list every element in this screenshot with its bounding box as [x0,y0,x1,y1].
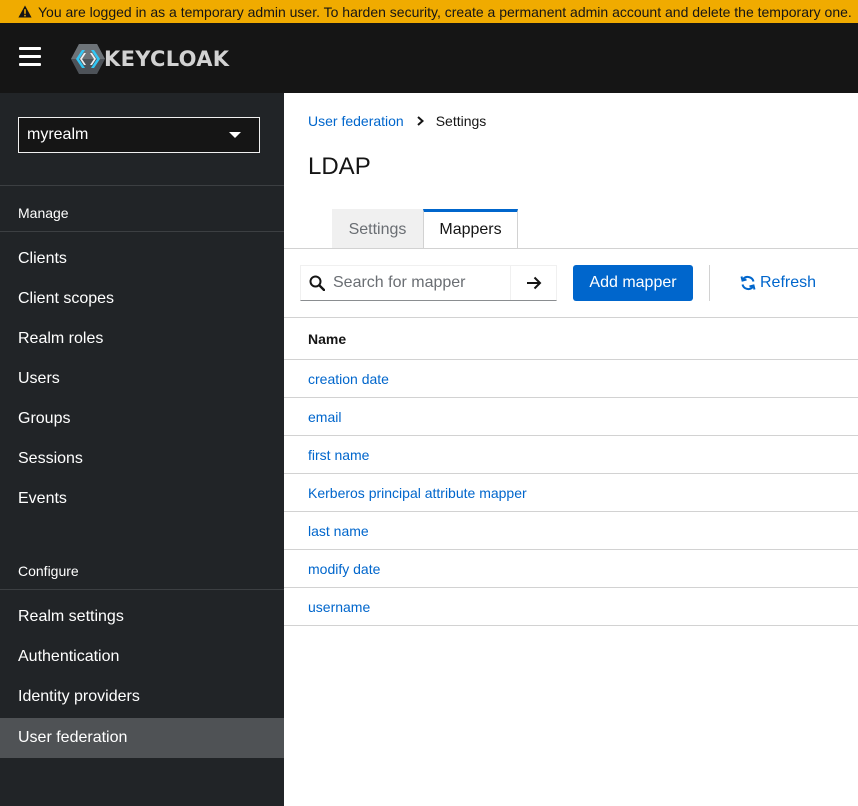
mapper-link[interactable]: first name [308,447,369,463]
search-input[interactable] [333,274,503,292]
masthead: KEYCLOAK [0,23,858,93]
tab-settings[interactable]: Settings [332,209,423,249]
toolbar-separator [709,265,710,301]
sidebar-item-realm-roles[interactable]: Realm roles [0,319,284,359]
mapper-link[interactable]: username [308,599,370,615]
realm-selector[interactable]: myrealm [18,117,260,153]
add-mapper-button[interactable]: Add mapper [573,265,693,301]
sidebar-item-realm-settings[interactable]: Realm settings [0,597,284,637]
refresh-label: Refresh [760,274,817,291]
realm-name: myrealm [27,126,89,143]
sidebar-item-sessions[interactable]: Sessions [0,439,284,479]
mapper-link[interactable]: Kerberos principal attribute mapper [308,485,527,501]
sidebar-item-groups[interactable]: Groups [0,399,284,439]
breadcrumb: User federation Settings [308,113,486,129]
section-title-configure: Configure [18,563,79,579]
warning-icon [18,5,32,18]
search-box [301,266,510,300]
section-title-manage: Manage [18,205,69,221]
tab-mappers[interactable]: Mappers [423,209,518,249]
refresh-button[interactable]: Refresh [740,265,816,301]
arrow-right-icon [526,276,541,290]
search-group [300,265,557,301]
table-row: modify date [284,550,858,588]
sidebar-divider [0,185,284,186]
table-row: first name [284,436,858,474]
sidebar-item-user-federation[interactable]: User federation [0,718,284,758]
chevron-right-icon [417,116,424,126]
sidebar-divider [0,231,284,232]
table-row: email [284,398,858,436]
sidebar: myrealm Manage Clients Client scopes Rea… [0,93,284,806]
logo-text: KEYCLOAK [104,47,230,71]
search-icon [309,275,325,291]
sidebar-item-identity-providers[interactable]: Identity providers [0,677,284,717]
sync-icon [740,275,756,291]
mappers-table: Name creation date email first name Kerb… [284,317,858,626]
sidebar-item-users[interactable]: Users [0,359,284,399]
breadcrumb-current: Settings [435,113,487,129]
mapper-link[interactable]: modify date [308,561,380,577]
sidebar-item-client-scopes[interactable]: Client scopes [0,279,284,319]
hamburger-menu-icon[interactable] [19,47,41,67]
main-content: User federation Settings LDAP Settings M… [284,93,858,806]
sidebar-item-events[interactable]: Events [0,479,284,519]
keycloak-logo-icon [71,44,105,74]
mapper-link[interactable]: creation date [308,371,389,387]
temporary-admin-banner: You are logged in as a temporary admin u… [0,0,858,23]
table-header-name[interactable]: Name [284,317,858,360]
banner-text: You are logged in as a temporary admin u… [38,3,852,20]
sidebar-item-authentication[interactable]: Authentication [0,637,284,677]
tabs-divider [284,248,858,249]
sidebar-item-clients[interactable]: Clients [0,239,284,279]
table-row: last name [284,512,858,550]
table-row: creation date [284,360,858,398]
table-row: username [284,588,858,626]
mapper-link[interactable]: email [308,409,341,425]
search-submit-button[interactable] [510,266,556,300]
breadcrumb-link-user-federation[interactable]: User federation [308,113,404,129]
table-row: Kerberos principal attribute mapper [284,474,858,512]
page-title: LDAP [308,153,371,180]
mapper-link[interactable]: last name [308,523,369,539]
toolbar: Add mapper Refresh [284,265,858,301]
sidebar-divider [0,589,284,590]
caret-down-icon [229,132,241,138]
keycloak-logo[interactable]: KEYCLOAK [70,43,229,75]
